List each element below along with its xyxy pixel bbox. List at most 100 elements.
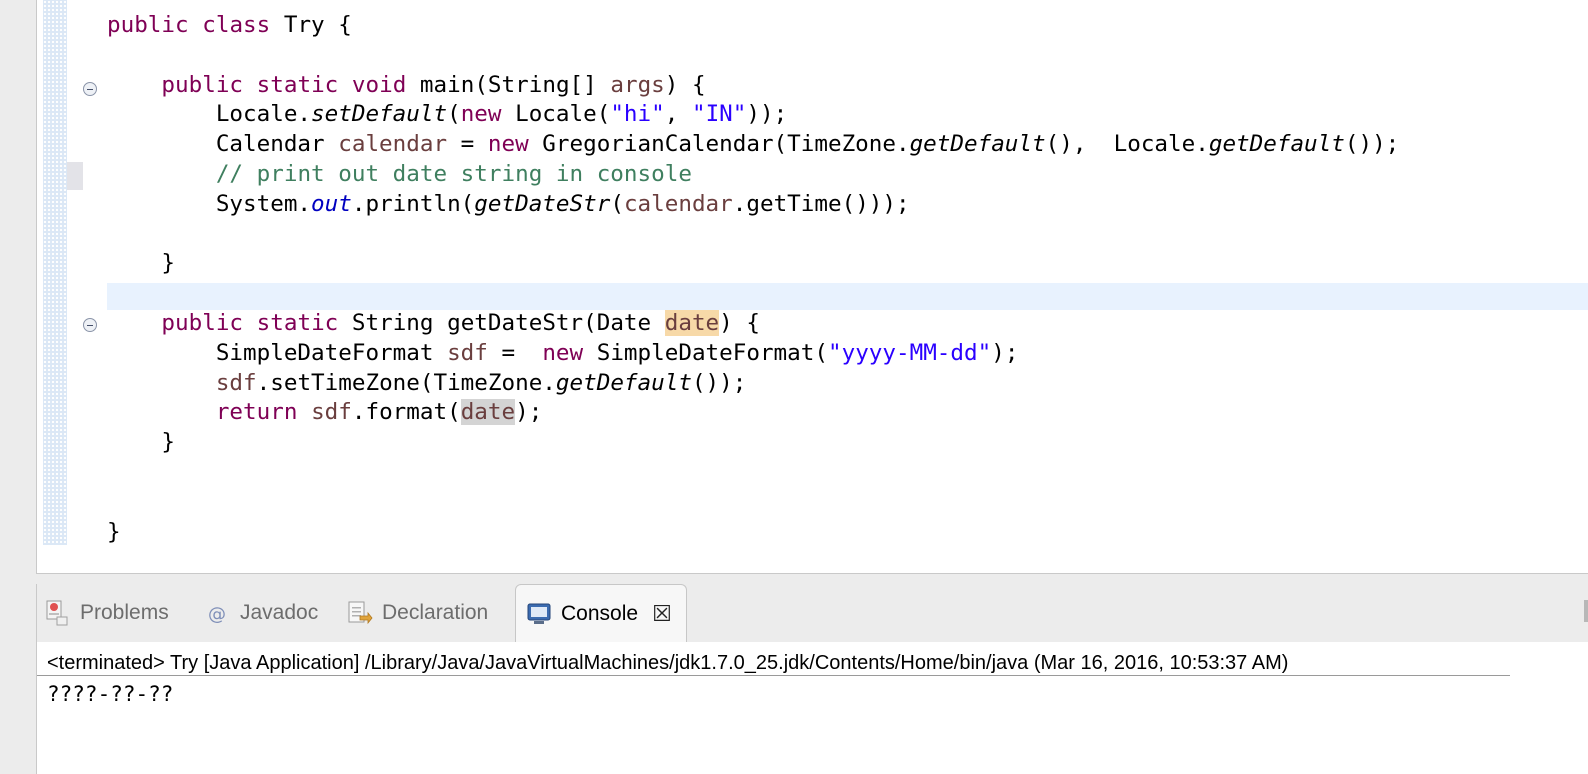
panel-menu-handle[interactable] (1584, 600, 1588, 622)
code-token: new (542, 339, 584, 366)
tab-label: Problems (80, 601, 169, 624)
code-token: getDefault (1208, 131, 1345, 158)
quick-diff-marker (67, 162, 83, 190)
code-token: ( (610, 190, 624, 217)
code-line[interactable]: public static String getDateStr(Date dat… (107, 309, 1399, 339)
code-token: = (447, 131, 488, 158)
code-token: ); (991, 339, 1019, 366)
code-editor[interactable]: public class Try { public static void ma… (36, 0, 1588, 574)
code-line[interactable]: } (107, 249, 1399, 279)
code-line[interactable]: return sdf.format(date); (107, 398, 1399, 428)
declaration-icon (347, 599, 373, 627)
code-line[interactable]: sdf.setTimeZone(TimeZone.getDefault()); (107, 369, 1399, 399)
code-token: main(String[] (406, 71, 611, 98)
svg-text:@: @ (208, 604, 226, 625)
javadoc-icon: @ (205, 599, 231, 627)
code-line[interactable] (107, 488, 1399, 518)
console-icon (526, 600, 552, 628)
status-divider (37, 675, 1510, 676)
fold-collapse-getdatestr-icon[interactable] (83, 318, 97, 332)
code-token: public (107, 12, 189, 38)
tab-label: Console (561, 601, 639, 625)
code-token: Calendar (107, 131, 339, 158)
code-token: ) { (664, 71, 706, 98)
code-token: void (351, 71, 407, 98)
code-token: public (161, 71, 244, 98)
code-line[interactable]: public static void main(String[] args) { (107, 71, 1399, 101)
code-line[interactable]: } (107, 518, 1399, 548)
code-token: getDefault (909, 131, 1046, 158)
code-line[interactable]: public class Try { (107, 11, 1399, 41)
code-line[interactable]: // print out date string in console (107, 160, 1399, 190)
code-token: calendar (338, 131, 448, 158)
code-token: Try { (270, 12, 352, 38)
code-line[interactable] (107, 220, 1399, 250)
code-token: SimpleDateFormat( (583, 339, 828, 366)
code-token: ()); (1344, 131, 1400, 158)
code-token: date (460, 399, 516, 426)
tab-label: Declaration (382, 601, 489, 624)
tab-declaration[interactable]: Declaration (347, 584, 488, 642)
problems-icon (45, 599, 71, 627)
code-line[interactable]: System.out.println(getDateStr(calendar.g… (107, 190, 1399, 220)
code-line[interactable] (107, 279, 1399, 309)
code-token: ) { (719, 309, 760, 336)
console-status-line: <terminated> Try [Java Application] /Lib… (47, 652, 1289, 674)
code-text[interactable]: public class Try { public static void ma… (107, 11, 1399, 547)
code-token: // print out date string in console (215, 160, 692, 187)
code-token: static (256, 309, 339, 336)
code-line[interactable] (107, 41, 1399, 71)
code-line[interactable] (107, 458, 1399, 488)
code-token: } (107, 518, 121, 545)
code-token: date (664, 309, 720, 336)
code-line[interactable]: } (107, 428, 1399, 458)
code-token: GregorianCalendar(TimeZone. (528, 131, 910, 158)
code-token: setDefault (311, 101, 448, 128)
code-token: .getTime())); (732, 190, 910, 217)
code-token: SimpleDateFormat (107, 339, 448, 366)
code-token: Locale. (107, 101, 312, 128)
code-line[interactable]: Calendar calendar = new GregorianCalenda… (107, 130, 1399, 160)
close-tab-icon[interactable]: ☒ (652, 601, 672, 627)
tab-javadoc[interactable]: @ Javadoc (205, 584, 318, 642)
code-token: .format( (351, 399, 461, 426)
code-token: "hi" (610, 101, 665, 128)
change-ruler (43, 0, 67, 545)
code-token: String getDateStr(Date (338, 309, 665, 336)
code-token: "IN" (691, 101, 747, 128)
code-token: "yyyy-MM-dd" (827, 339, 992, 366)
code-token: public (161, 309, 244, 336)
code-token: ()); (691, 369, 747, 396)
code-token: .setTimeZone(TimeZone. (256, 369, 556, 396)
tab-problems[interactable]: Problems (45, 584, 169, 642)
code-token: new (487, 131, 529, 158)
panel-tab-bar: Problems @ Javadoc Declaration Console ☒ (37, 584, 1588, 642)
code-token: = (487, 339, 543, 366)
code-token: out (311, 190, 352, 217)
console-output[interactable]: ????-??-?? (47, 682, 173, 706)
fold-collapse-main-icon[interactable] (83, 82, 97, 96)
code-token: sdf (447, 339, 488, 366)
code-token: , (664, 101, 692, 128)
code-token: class (202, 12, 271, 38)
code-token: ( (447, 101, 461, 128)
code-line[interactable]: Locale.setDefault(new Locale("hi", "IN")… (107, 100, 1399, 130)
code-token: sdf (215, 369, 257, 396)
code-token: sdf (311, 399, 352, 426)
code-token: } (107, 250, 176, 277)
code-token: args (610, 71, 665, 98)
code-line[interactable]: SimpleDateFormat sdf = new SimpleDateFor… (107, 339, 1399, 369)
tab-console[interactable]: Console ☒ (515, 584, 687, 642)
bottom-panel: Problems @ Javadoc Declaration Console ☒… (36, 584, 1588, 774)
code-token: getDefault (555, 369, 692, 396)
code-token: )); (746, 101, 788, 128)
